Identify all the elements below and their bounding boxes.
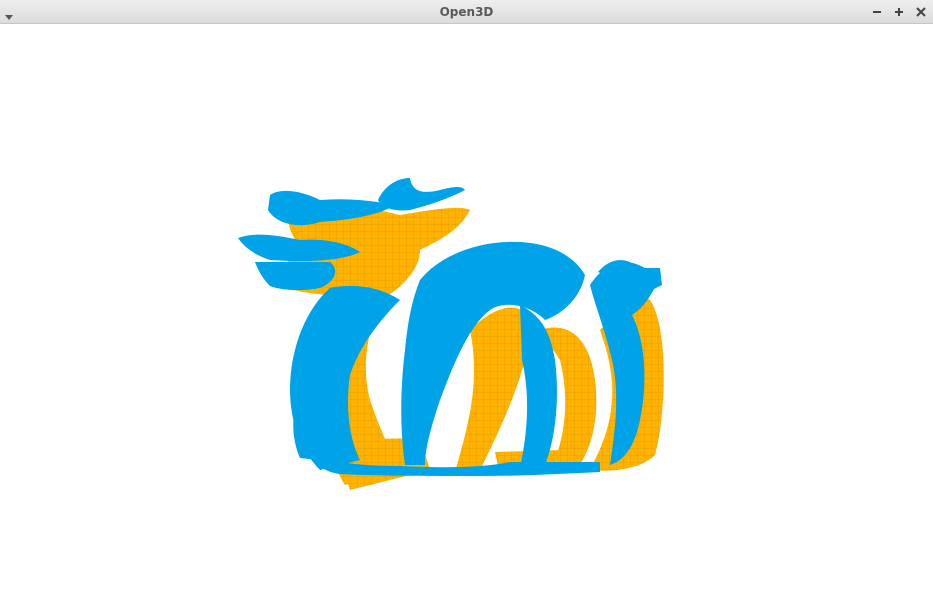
open3d-window: Open3D [0, 0, 933, 610]
maximize-icon[interactable] [891, 4, 907, 20]
minimize-icon[interactable] [869, 4, 885, 20]
close-icon[interactable] [913, 4, 929, 20]
window-title: Open3D [439, 5, 494, 19]
title-bar[interactable]: Open3D [0, 0, 933, 24]
point-cloud-canvas [238, 178, 664, 490]
render-viewport[interactable] [0, 25, 933, 610]
